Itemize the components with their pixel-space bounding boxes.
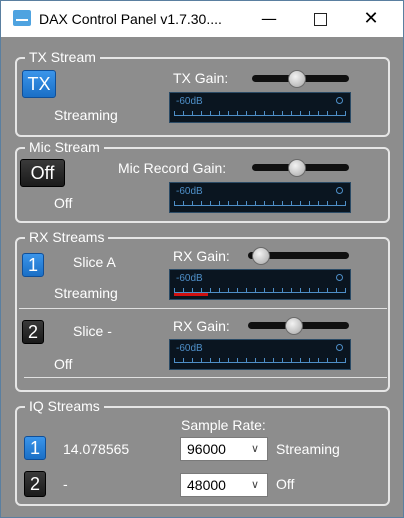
tx-gain-label: TX Gain: bbox=[173, 70, 229, 86]
close-icon[interactable]: ✕ bbox=[351, 4, 391, 34]
mic-stream-group: Mic Stream Off Off Mic Record Gain: -60d… bbox=[15, 139, 390, 223]
rx-stream-1-toggle[interactable]: 1 bbox=[22, 253, 44, 277]
maximize-icon[interactable] bbox=[299, 4, 339, 34]
iq-stream-2-toggle[interactable]: 2 bbox=[24, 471, 46, 497]
dax-window: DAX Control Panel v1.7.30.... — ✕ TX Str… bbox=[0, 0, 404, 518]
window-title: DAX Control Panel v1.7.30.... bbox=[39, 11, 222, 27]
mic-toggle-button[interactable]: Off bbox=[20, 159, 65, 187]
meter-scale bbox=[174, 200, 346, 206]
rx-stream-1-slice: Slice A bbox=[73, 254, 116, 270]
meter-level-bar bbox=[174, 293, 208, 296]
tx-status: Streaming bbox=[54, 107, 118, 123]
meter-indicator-icon bbox=[336, 344, 343, 351]
rx-streams-group: RX Streams 1 Slice A Streaming RX Gain: … bbox=[15, 229, 390, 392]
slider-thumb[interactable] bbox=[288, 159, 306, 177]
slider-thumb[interactable] bbox=[285, 317, 303, 335]
iq-stream-2-sample-rate-select[interactable]: 48000 ∨ bbox=[180, 473, 268, 497]
iq-streams-group: IQ Streams Sample Rate: 1 14.078565 9600… bbox=[15, 398, 390, 506]
rx-stream-2-toggle[interactable]: 2 bbox=[22, 320, 44, 344]
iq-stream-1-toggle[interactable]: 1 bbox=[24, 436, 46, 460]
meter-scale-label: -60dB bbox=[176, 186, 203, 197]
meter-scale bbox=[174, 110, 346, 116]
chevron-down-icon: ∨ bbox=[250, 478, 259, 491]
rx-divider bbox=[19, 308, 387, 309]
mic-gain-label: Mic Record Gain: bbox=[118, 160, 227, 176]
rx-stream-2-gain-slider[interactable] bbox=[248, 317, 349, 335]
mic-gain-slider[interactable] bbox=[252, 159, 349, 177]
iq-stream-2-frequency: - bbox=[63, 476, 68, 492]
title-bar[interactable]: DAX Control Panel v1.7.30.... — ✕ bbox=[1, 1, 403, 37]
rx-stream-1-gain-label: RX Gain: bbox=[173, 248, 230, 264]
tx-stream-title: TX Stream bbox=[25, 49, 100, 65]
rx-stream-2-level-meter: -60dB bbox=[169, 339, 351, 370]
rx-stream-1-level-meter: -60dB bbox=[169, 269, 351, 300]
minimize-icon[interactable]: — bbox=[249, 4, 289, 34]
meter-scale bbox=[174, 357, 346, 363]
mic-level-meter: -60dB bbox=[169, 182, 351, 213]
dax-app-icon bbox=[13, 10, 31, 26]
tx-toggle-button[interactable]: TX bbox=[22, 70, 56, 98]
meter-indicator-icon bbox=[336, 187, 343, 194]
meter-indicator-icon bbox=[336, 274, 343, 281]
mic-stream-title: Mic Stream bbox=[25, 139, 104, 155]
rx-stream-2-status: Off bbox=[54, 356, 73, 372]
rx-stream-1-status: Streaming bbox=[54, 285, 118, 301]
rx-streams-title: RX Streams bbox=[25, 229, 109, 245]
tx-gain-slider[interactable] bbox=[252, 70, 349, 88]
meter-indicator-icon bbox=[336, 97, 343, 104]
rx-stream-2-gain-label: RX Gain: bbox=[173, 318, 230, 334]
tx-stream-group: TX Stream TX Streaming TX Gain: -60dB bbox=[15, 49, 390, 137]
iq-stream-1-status: Streaming bbox=[276, 441, 340, 457]
meter-scale-label: -60dB bbox=[176, 273, 203, 284]
rx-stream-1-gain-slider[interactable] bbox=[248, 247, 349, 265]
iq-stream-1-sample-rate-value: 96000 bbox=[187, 441, 226, 457]
meter-scale-label: -60dB bbox=[176, 343, 203, 354]
rx-stream-2-slice: Slice - bbox=[73, 323, 112, 339]
iq-stream-1-sample-rate-select[interactable]: 96000 ∨ bbox=[180, 437, 268, 461]
meter-scale-label: -60dB bbox=[176, 96, 203, 107]
sample-rate-label: Sample Rate: bbox=[181, 417, 266, 433]
tx-level-meter: -60dB bbox=[169, 92, 351, 123]
iq-stream-2-sample-rate-value: 48000 bbox=[187, 477, 226, 493]
iq-stream-1-frequency: 14.078565 bbox=[63, 441, 130, 457]
iq-stream-2-status: Off bbox=[276, 476, 295, 492]
chevron-down-icon: ∨ bbox=[250, 442, 259, 455]
slider-thumb[interactable] bbox=[288, 70, 306, 88]
slider-thumb[interactable] bbox=[252, 247, 270, 265]
iq-streams-title: IQ Streams bbox=[25, 398, 104, 414]
mic-status: Off bbox=[54, 195, 73, 211]
rx-bottom-divider bbox=[24, 377, 387, 378]
